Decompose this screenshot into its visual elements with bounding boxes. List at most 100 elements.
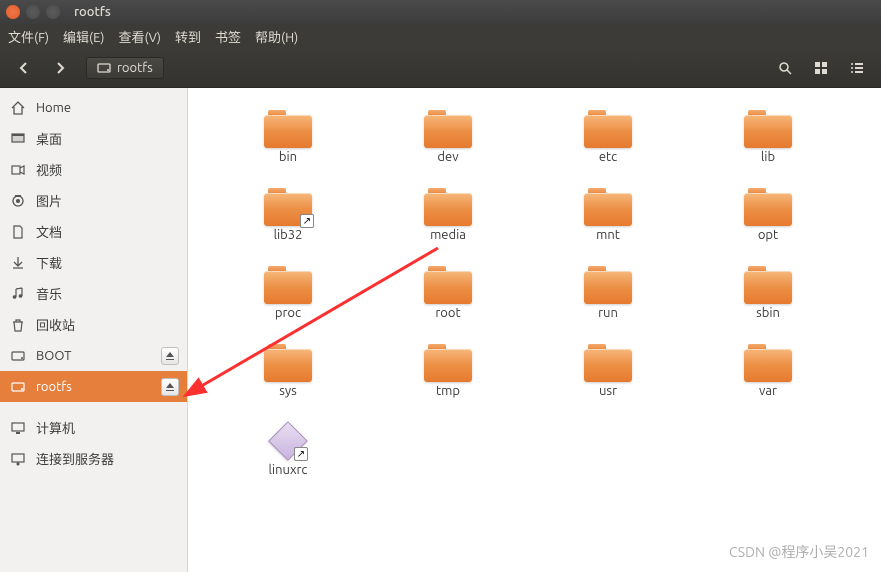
drive-icon	[97, 61, 111, 75]
path-segment-rootfs[interactable]: rootfs	[86, 57, 164, 79]
folder-icon	[744, 344, 792, 382]
sidebar-item-label: 视频	[36, 160, 62, 179]
eject-button[interactable]	[161, 378, 179, 396]
computer-icon	[10, 420, 26, 436]
file-label: bin	[279, 150, 297, 164]
file-item[interactable]: bin	[208, 98, 368, 176]
file-label: sbin	[756, 306, 780, 320]
sidebar: Home 桌面视频图片文档下载音乐回收站 BOOTrootfs 计算机连接到服务器	[0, 88, 188, 572]
file-label: root	[435, 306, 460, 320]
forward-button[interactable]	[44, 54, 76, 82]
folder-icon	[584, 344, 632, 382]
file-item[interactable]: tmp	[368, 332, 528, 410]
sidebar-item-桌面[interactable]: 桌面	[0, 123, 187, 154]
menu-edit[interactable]: 编辑(E)	[63, 27, 104, 46]
sidebar-item-音乐[interactable]: 音乐	[0, 278, 187, 309]
file-item[interactable]: run	[528, 254, 688, 332]
file-item[interactable]: proc	[208, 254, 368, 332]
file-item[interactable]: ↗ linuxrc	[208, 410, 368, 488]
file-item[interactable]: var	[688, 332, 848, 410]
file-label: dev	[437, 150, 458, 164]
folder-icon	[744, 110, 792, 148]
window-titlebar: rootfs	[0, 0, 881, 24]
downloads-icon	[10, 255, 26, 271]
file-label: var	[759, 384, 777, 398]
folder-icon	[744, 266, 792, 304]
file-item[interactable]: dev	[368, 98, 528, 176]
window-maximize-button[interactable]	[46, 5, 60, 19]
folder-icon	[264, 110, 312, 148]
sidebar-item-label: 回收站	[36, 315, 75, 334]
file-item[interactable]: etc	[528, 98, 688, 176]
sidebar-item-label: 图片	[36, 191, 62, 210]
window-title: rootfs	[74, 5, 111, 19]
sidebar-item-视频[interactable]: 视频	[0, 154, 187, 185]
documents-icon	[10, 224, 26, 240]
trash-icon	[10, 317, 26, 333]
file-item[interactable]: ↗lib32	[208, 176, 368, 254]
file-label: media	[430, 228, 466, 242]
window-close-button[interactable]	[6, 5, 20, 19]
file-label: run	[598, 306, 618, 320]
file-item[interactable]: sbin	[688, 254, 848, 332]
menu-help[interactable]: 帮助(H)	[255, 27, 298, 46]
file-view[interactable]: bindevetclib↗lib32mediamntoptprocrootrun…	[188, 88, 881, 572]
search-button[interactable]	[769, 54, 801, 82]
sidebar-item-回收站[interactable]: 回收站	[0, 309, 187, 340]
toolbar: rootfs	[0, 48, 881, 88]
path-label: rootfs	[117, 61, 153, 75]
sidebar-item-rootfs[interactable]: rootfs	[0, 371, 187, 402]
list-icon	[850, 61, 864, 75]
file-label: etc	[599, 150, 617, 164]
file-label: linuxrc	[269, 463, 308, 477]
sidebar-item-boot[interactable]: BOOT	[0, 340, 187, 371]
file-item[interactable]: opt	[688, 176, 848, 254]
file-item[interactable]: sys	[208, 332, 368, 410]
menu-view[interactable]: 查看(V)	[119, 27, 161, 46]
sidebar-item-home[interactable]: Home	[0, 92, 187, 123]
pictures-icon	[10, 193, 26, 209]
menu-bookmarks[interactable]: 书签	[215, 27, 241, 46]
file-item[interactable]: mnt	[528, 176, 688, 254]
window-minimize-button[interactable]	[26, 5, 40, 19]
eject-button[interactable]	[161, 347, 179, 365]
executable-icon: ↗	[268, 421, 308, 461]
file-item[interactable]: root	[368, 254, 528, 332]
search-icon	[778, 61, 792, 75]
sidebar-item-文档[interactable]: 文档	[0, 216, 187, 247]
folder-icon	[264, 344, 312, 382]
video-icon	[10, 162, 26, 178]
folder-icon	[424, 266, 472, 304]
folder-icon	[584, 188, 632, 226]
drive-icon	[10, 379, 26, 395]
sidebar-item-下载[interactable]: 下载	[0, 247, 187, 278]
back-button[interactable]	[8, 54, 40, 82]
menu-bar: 文件(F) 编辑(E) 查看(V) 转到 书签 帮助(H)	[0, 24, 881, 48]
file-label: sys	[279, 384, 297, 398]
menu-file[interactable]: 文件(F)	[8, 27, 49, 46]
menu-go[interactable]: 转到	[175, 27, 201, 46]
file-label: lib	[761, 150, 775, 164]
path-bar: rootfs	[86, 57, 164, 79]
file-item[interactable]: lib	[688, 98, 848, 176]
folder-icon	[584, 266, 632, 304]
eject-icon	[165, 351, 175, 361]
file-label: lib32	[274, 228, 303, 242]
file-item[interactable]: media	[368, 176, 528, 254]
list-view-button[interactable]	[841, 54, 873, 82]
folder-icon	[264, 266, 312, 304]
shortcut-badge-icon: ↗	[300, 214, 314, 228]
sidebar-item-label: Home	[36, 101, 71, 115]
sidebar-item-label: 连接到服务器	[36, 449, 114, 468]
sidebar-item-label: 桌面	[36, 129, 62, 148]
eject-icon	[165, 382, 175, 392]
sidebar-item-label: 音乐	[36, 284, 62, 303]
sidebar-item-图片[interactable]: 图片	[0, 185, 187, 216]
music-icon	[10, 286, 26, 302]
watermark-text: CSDN @程序小吴2021	[729, 542, 869, 562]
file-item[interactable]: usr	[528, 332, 688, 410]
sidebar-item-computer[interactable]: 计算机	[0, 412, 187, 443]
icon-view-button[interactable]	[805, 54, 837, 82]
sidebar-item-network[interactable]: 连接到服务器	[0, 443, 187, 474]
file-label: usr	[599, 384, 617, 398]
